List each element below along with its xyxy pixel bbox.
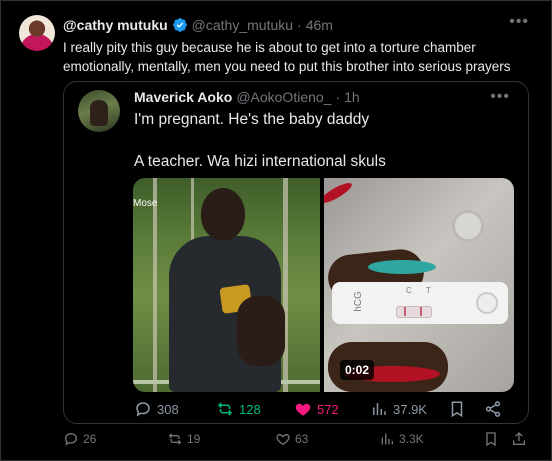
reply-button[interactable]: 308 (134, 400, 179, 418)
repost-icon (217, 402, 233, 416)
control-line (404, 307, 406, 316)
reply-count: 26 (83, 432, 97, 446)
quoted-tweet-text-line2: A teacher. Wa hizi international skuls (134, 153, 386, 170)
repost-count: 128 (239, 401, 261, 417)
views-button[interactable]: 37.9K (370, 400, 427, 418)
tweet-header: @cathy mutuku @cathy_mutuku · 46m (63, 16, 333, 34)
views-chart-icon (373, 403, 386, 415)
quoted-tweet-header: Maverick Aoko @AokoOtieno_ · 1h (134, 89, 360, 105)
reply-count: 308 (157, 401, 179, 417)
video-duration-badge: 0:02 (340, 360, 375, 380)
photo-overlay-text: Mose (133, 198, 158, 209)
share-button[interactable] (484, 400, 502, 418)
floor-drain (452, 210, 484, 242)
tweet-time[interactable]: 46m (306, 17, 333, 33)
test-markers: C T (406, 286, 437, 295)
quoted-tweet[interactable]: Maverick Aoko @AokoOtieno_ · 1h ••• I'm … (63, 81, 529, 424)
quoted-media[interactable]: Mose hCG C T 0:02 (133, 178, 514, 392)
teal-nail (368, 260, 436, 274)
tweet-card: @cathy mutuku @cathy_mutuku · 46m ••• I … (0, 0, 552, 461)
more-horizontal-icon[interactable]: ••• (509, 13, 529, 31)
heart-outline-icon (276, 433, 290, 446)
tree-trunk (153, 178, 157, 392)
repost-button[interactable]: 19 (167, 431, 200, 447)
bookmark-button[interactable] (448, 400, 466, 418)
share-upload-icon (513, 432, 525, 445)
reply-icon (136, 402, 150, 417)
separator-dot: · (297, 17, 302, 33)
bookmark-button[interactable] (483, 431, 499, 447)
quoted-author-name[interactable]: Maverick Aoko (134, 89, 232, 105)
repost-count: 19 (187, 432, 201, 446)
test-result-window (396, 306, 432, 318)
separator-dot: · (335, 89, 341, 105)
test-label: hCG (352, 291, 364, 312)
share-nodes-icon (485, 401, 501, 417)
author-name[interactable]: @cathy mutuku (63, 17, 168, 33)
tree-trunk (283, 178, 288, 392)
like-count: 572 (317, 401, 339, 417)
quoted-author-avatar[interactable] (78, 90, 120, 132)
bookmark-icon (486, 432, 496, 447)
heart-filled-icon (295, 403, 311, 416)
man-head (201, 188, 245, 240)
photo-man[interactable]: Mose (133, 178, 320, 392)
quoted-tweet-text-line1: I'm pregnant. He's the baby daddy (134, 111, 370, 128)
like-button[interactable]: 63 (275, 431, 308, 447)
bookmark-icon (451, 401, 463, 418)
repost-button[interactable]: 128 (216, 400, 261, 418)
author-avatar[interactable] (19, 15, 55, 51)
verified-badge-icon (172, 18, 187, 32)
like-count: 63 (295, 432, 309, 446)
sample-well (476, 292, 498, 314)
quoted-tweet-actions: 308 128 572 37.9K (134, 400, 514, 420)
author-handle[interactable]: @cathy_mutuku (192, 17, 293, 33)
tweet-actions: 26 19 63 3.3K (63, 431, 533, 451)
red-nail (324, 179, 355, 207)
test-line (420, 307, 422, 316)
quoted-author-handle[interactable]: @AokoOtieno_ (236, 89, 331, 105)
reply-button[interactable]: 26 (63, 431, 96, 447)
views-count: 3.3K (399, 432, 424, 446)
views-count: 37.9K (393, 401, 427, 417)
tweet-text: I really pity this guy because he is abo… (63, 40, 511, 74)
views-chart-icon (381, 433, 393, 445)
like-button[interactable]: 572 (294, 400, 339, 418)
share-button[interactable] (511, 431, 527, 447)
more-horizontal-icon[interactable]: ••• (490, 88, 510, 106)
reply-icon (64, 432, 78, 446)
views-button[interactable]: 3.3K (379, 431, 424, 447)
man-arm (237, 296, 285, 366)
quoted-tweet-time[interactable]: 1h (344, 89, 360, 105)
repost-icon (168, 433, 182, 445)
